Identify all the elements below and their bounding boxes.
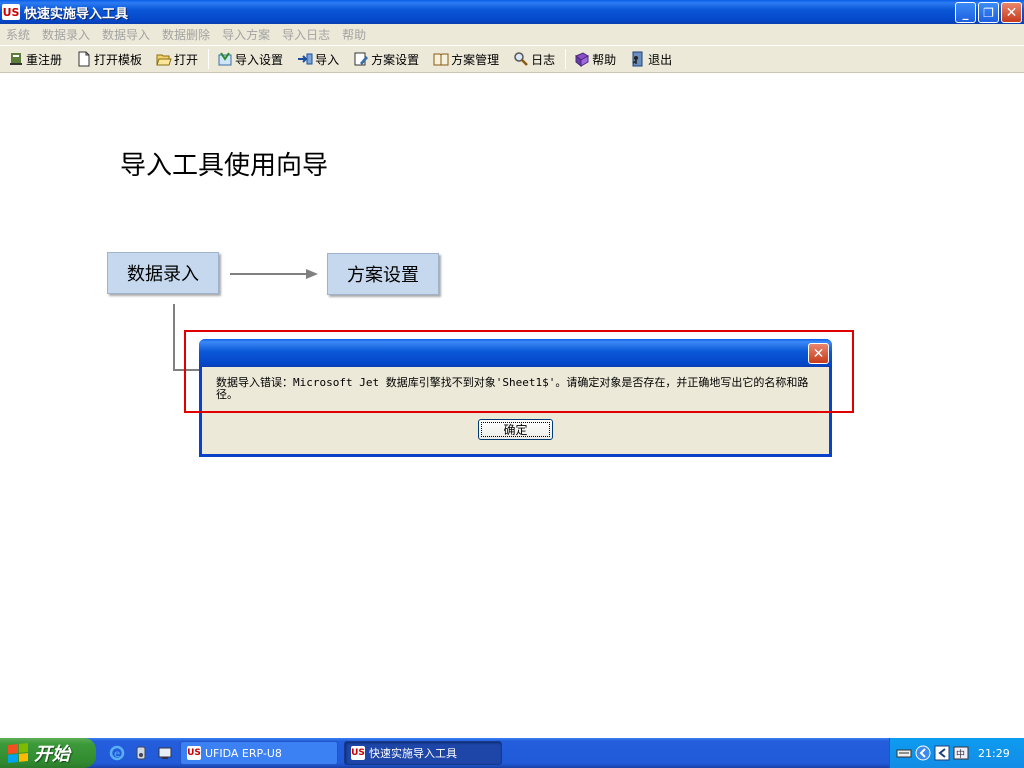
- taskbar: 开始 e US UFIDA ERP-U8 US 快速实施导入工具 中 21:29: [0, 738, 1024, 768]
- folder-open-icon: [156, 51, 172, 67]
- wizard-title: 导入工具使用向导: [120, 151, 329, 181]
- magnifier-icon: [513, 51, 529, 67]
- ufida-logo-icon: US: [187, 746, 201, 760]
- start-button[interactable]: 开始: [0, 738, 96, 768]
- svg-text:中: 中: [956, 748, 965, 760]
- toolbar-separator: [565, 49, 567, 69]
- restore-button[interactable]: ❐: [978, 2, 999, 23]
- import-settings-icon: [217, 51, 233, 67]
- windows-flag-icon: [8, 742, 28, 764]
- close-button[interactable]: ✕: [1001, 2, 1022, 23]
- taskbar-item-label: 快速实施导入工具: [369, 747, 457, 760]
- plan-settings-label: 方案设置: [371, 52, 420, 67]
- help-book-icon: [574, 51, 590, 67]
- help-button[interactable]: 帮助: [570, 48, 620, 70]
- document-icon: [76, 51, 92, 67]
- window-title: 快速实施导入工具: [24, 6, 129, 22]
- import-icon: [297, 51, 313, 67]
- quick-launch: e: [108, 744, 174, 762]
- plan-settings-button[interactable]: 方案设置: [349, 48, 423, 70]
- open-template-button[interactable]: 打开模板: [72, 48, 146, 70]
- import-settings-label: 导入设置: [235, 52, 284, 67]
- menu-item-data-delete[interactable]: 数据删除: [162, 26, 210, 43]
- media-player-icon[interactable]: [132, 744, 150, 762]
- taskbar-item-ufida[interactable]: US UFIDA ERP-U8: [180, 741, 338, 765]
- open-template-label: 打开模板: [94, 52, 143, 67]
- menu-item-system[interactable]: 系统: [6, 26, 30, 43]
- open-label: 打开: [174, 52, 199, 67]
- plan-settings-icon: [353, 51, 369, 67]
- log-button[interactable]: 日志: [509, 48, 559, 70]
- plan-manage-label: 方案管理: [451, 52, 500, 67]
- minimize-button[interactable]: _: [955, 2, 976, 23]
- ie-icon[interactable]: e: [108, 744, 126, 762]
- register-label: 重注册: [26, 52, 63, 67]
- start-label: 开始: [34, 744, 70, 765]
- ok-button[interactable]: 确定: [478, 419, 553, 440]
- open-button[interactable]: 打开: [152, 48, 202, 70]
- exit-icon: [630, 51, 646, 67]
- help-label: 帮助: [592, 52, 617, 67]
- toolbar: 重注册 打开模板 打开 导入设置 导入 方案设置 方案管理 日志 帮助 退出: [0, 45, 1024, 73]
- menu-bar: 系统 数据录入 数据导入 数据删除 导入方案 导入日志 帮助: [0, 24, 1024, 45]
- import-button[interactable]: 导入: [293, 48, 343, 70]
- input-method-icon[interactable]: 中: [953, 745, 969, 761]
- menu-item-help[interactable]: 帮助: [342, 26, 366, 43]
- log-label: 日志: [531, 52, 556, 67]
- import-settings-button[interactable]: 导入设置: [213, 48, 287, 70]
- desktop-icon[interactable]: [156, 744, 174, 762]
- app-logo-icon: US: [2, 4, 20, 20]
- keyboard-icon[interactable]: [896, 745, 912, 761]
- menu-item-data-entry[interactable]: 数据录入: [42, 26, 90, 43]
- highlight-annotation: [184, 330, 854, 413]
- window-titlebar[interactable]: US 快速实施导入工具 _ ❐ ✕: [0, 0, 1024, 24]
- import-label: 导入: [315, 52, 340, 67]
- menu-item-import-plan[interactable]: 导入方案: [222, 26, 270, 43]
- register-button[interactable]: 重注册: [4, 48, 66, 70]
- chevron-left-icon[interactable]: [915, 745, 931, 761]
- plan-manage-icon: [433, 51, 449, 67]
- clock: 21:29: [978, 746, 1010, 760]
- toolbar-separator: [208, 49, 210, 69]
- menu-item-data-import[interactable]: 数据导入: [102, 26, 150, 43]
- svg-text:e: e: [114, 749, 120, 760]
- taskbar-item-label: UFIDA ERP-U8: [205, 746, 282, 760]
- step-data-entry-button[interactable]: 数据录入: [107, 252, 219, 294]
- plan-manage-button[interactable]: 方案管理: [429, 48, 503, 70]
- arrow-right-icon: [230, 269, 318, 279]
- exit-label: 退出: [648, 52, 673, 67]
- language-icon[interactable]: [934, 745, 950, 761]
- menu-item-import-log[interactable]: 导入日志: [282, 26, 330, 43]
- taskbar-item-import-tool[interactable]: US 快速实施导入工具: [344, 741, 502, 765]
- import-tool-logo-icon: US: [351, 746, 365, 760]
- exit-button[interactable]: 退出: [626, 48, 676, 70]
- register-icon: [8, 51, 24, 67]
- system-tray: 中 21:29: [889, 738, 1024, 768]
- step-plan-settings-button[interactable]: 方案设置: [327, 253, 439, 295]
